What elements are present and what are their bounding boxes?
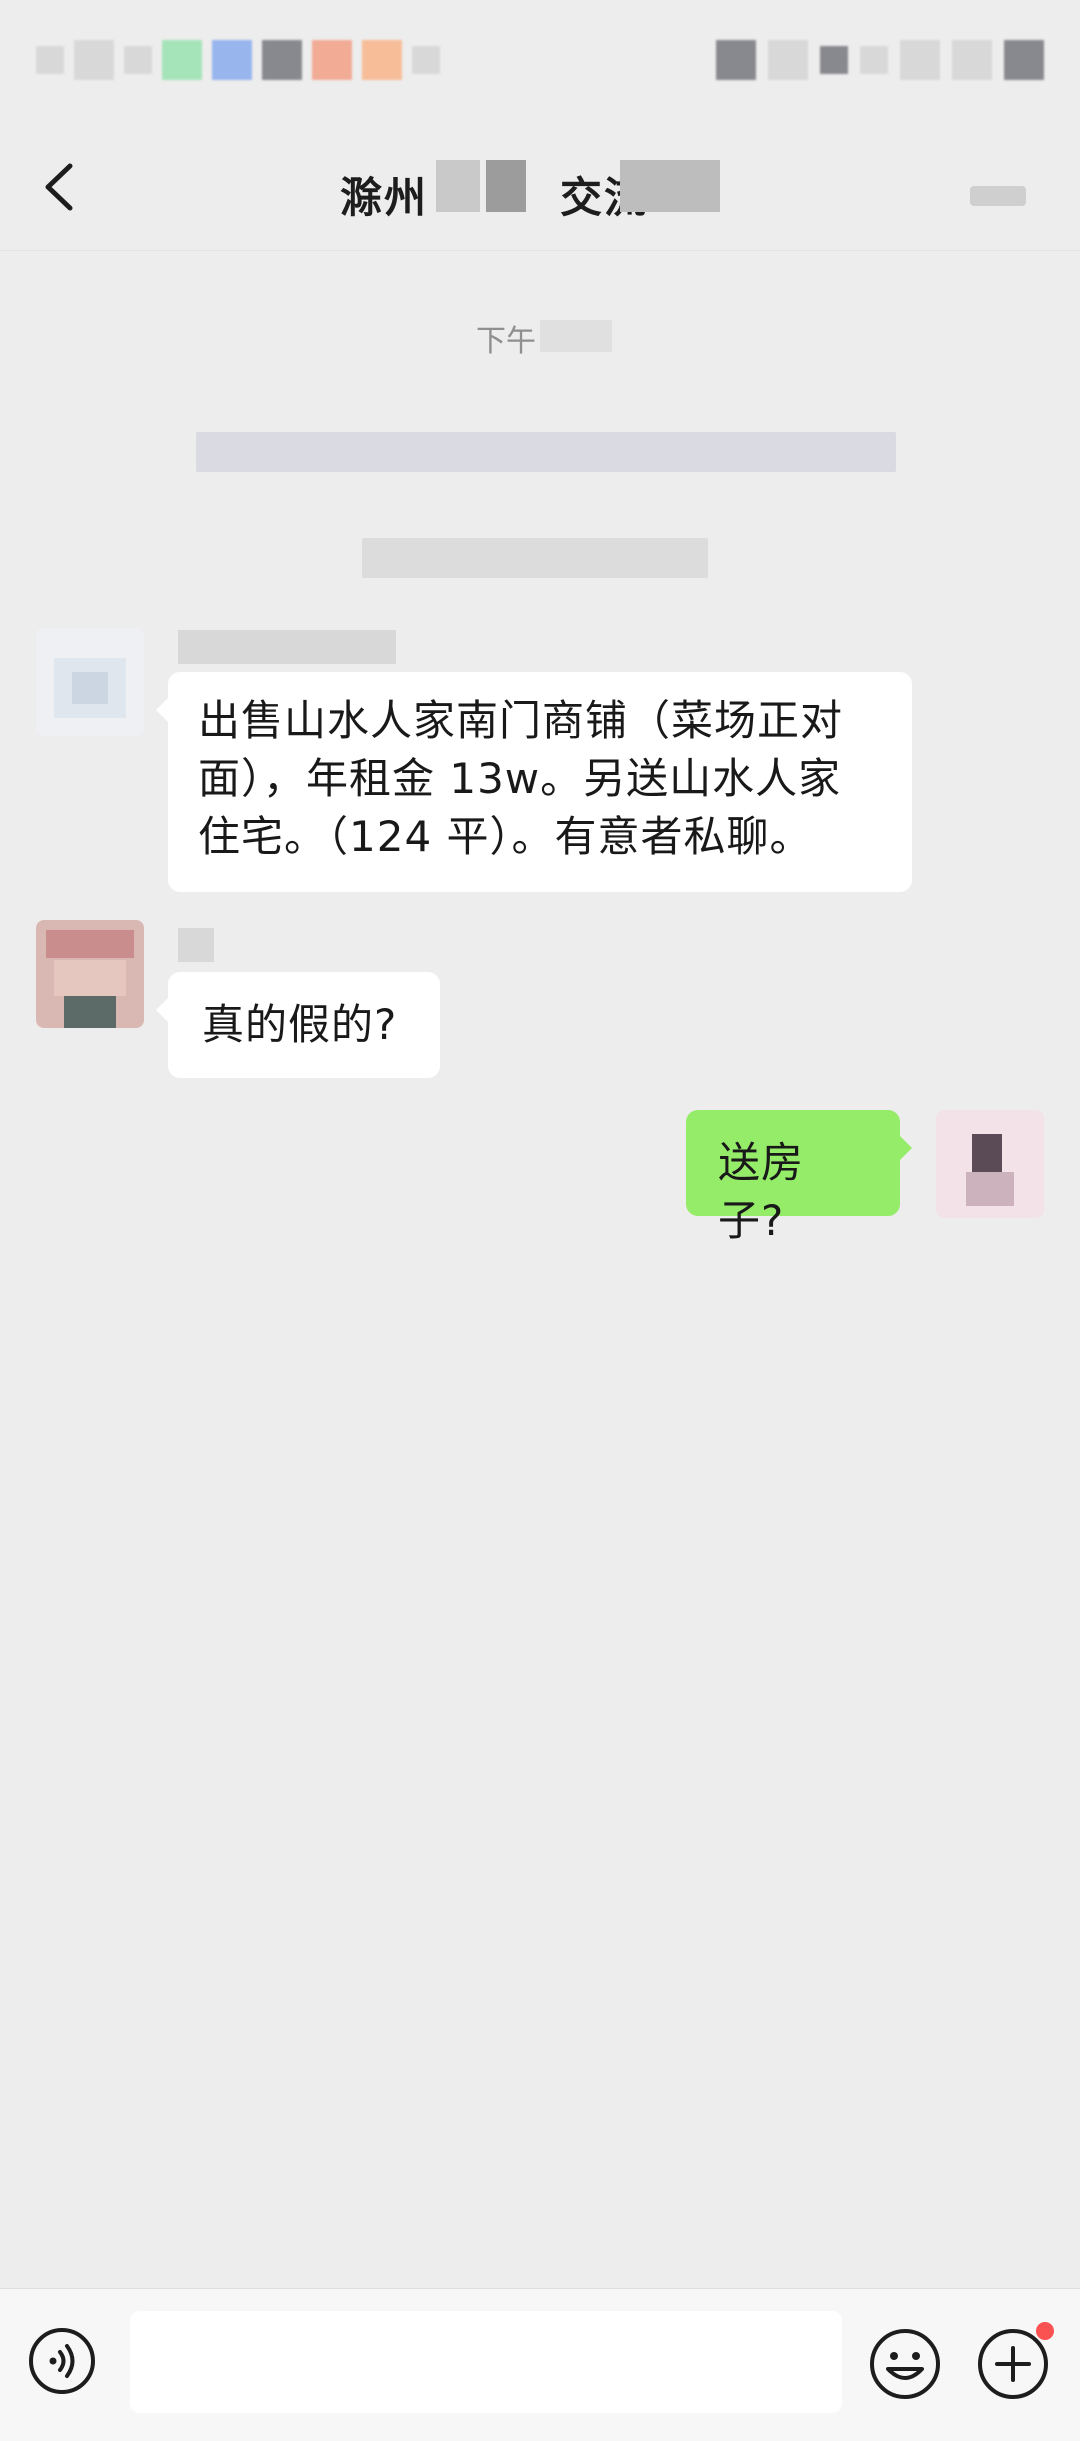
status-pixel (860, 46, 888, 74)
input-bar (0, 2288, 1080, 2441)
time-label: 下午 (476, 324, 536, 359)
status-pixel (262, 40, 302, 80)
avatar-pixel (64, 996, 116, 1028)
status-pixel (212, 40, 252, 80)
status-pixel (716, 40, 756, 80)
status-pixel (900, 40, 940, 80)
avatar-pixel (966, 1172, 1014, 1206)
status-pixel (412, 46, 440, 74)
message-line: 真的假的? (202, 1000, 398, 1049)
status-pixel (162, 40, 202, 80)
status-pixel (768, 40, 808, 80)
chat-title: 滁州 交流 (340, 156, 720, 222)
avatar-pixel (972, 1134, 1002, 1174)
chat-header: 滁州 交流 (0, 120, 1080, 251)
avatar-pixel (46, 930, 134, 958)
more-icon[interactable] (970, 186, 1026, 206)
message-bubble-self[interactable]: 送房子? (686, 1110, 912, 1245)
voice-icon[interactable] (28, 2327, 96, 2395)
status-icons-left (36, 32, 440, 88)
title-redaction (436, 160, 480, 212)
status-pixel (820, 46, 848, 74)
status-bar (0, 0, 1080, 120)
avatar-pixel (72, 672, 108, 704)
bubble-tail (900, 1136, 912, 1160)
message-bubble[interactable]: 出售山水人家南门商铺（菜场正对 面），年租金 13w。另送山水人家 住宅。（12… (156, 672, 912, 892)
system-notice (196, 432, 896, 472)
notification-dot (1036, 2322, 1054, 2340)
bubble-tail (156, 698, 168, 722)
message-line: 住宅。（124 平）。有意者私聊。 (198, 812, 813, 861)
status-pixel (362, 40, 402, 80)
system-notice (362, 538, 708, 578)
sender-name (178, 928, 214, 962)
status-pixel (124, 46, 152, 74)
message-line: 面），年租金 13w。另送山水人家 (198, 754, 842, 803)
message-input[interactable] (130, 2311, 842, 2413)
title-redaction (620, 160, 720, 212)
status-pixel (74, 40, 114, 80)
status-pixel (1004, 40, 1044, 80)
message-line: 送房子? (718, 1138, 805, 1245)
avatar-pixel (54, 960, 126, 996)
bubble-tail (156, 998, 168, 1022)
status-pixel (312, 40, 352, 80)
chevron-left-icon[interactable] (38, 160, 82, 214)
status-pixel (36, 46, 64, 74)
avatar[interactable] (36, 920, 144, 1028)
chat-title-part1: 滁州 (340, 173, 429, 222)
message-line: 出售山水人家南门商铺（菜场正对 (198, 696, 844, 745)
time-redaction (540, 320, 612, 352)
message-bubble[interactable]: 真的假的? (156, 972, 440, 1078)
avatar-self[interactable] (936, 1110, 1044, 1218)
avatar[interactable] (36, 628, 144, 736)
sender-name (178, 630, 396, 664)
emoji-icon[interactable] (868, 2327, 942, 2401)
title-redaction (486, 160, 526, 212)
status-pixel (952, 40, 992, 80)
status-icons-right (716, 32, 1044, 88)
